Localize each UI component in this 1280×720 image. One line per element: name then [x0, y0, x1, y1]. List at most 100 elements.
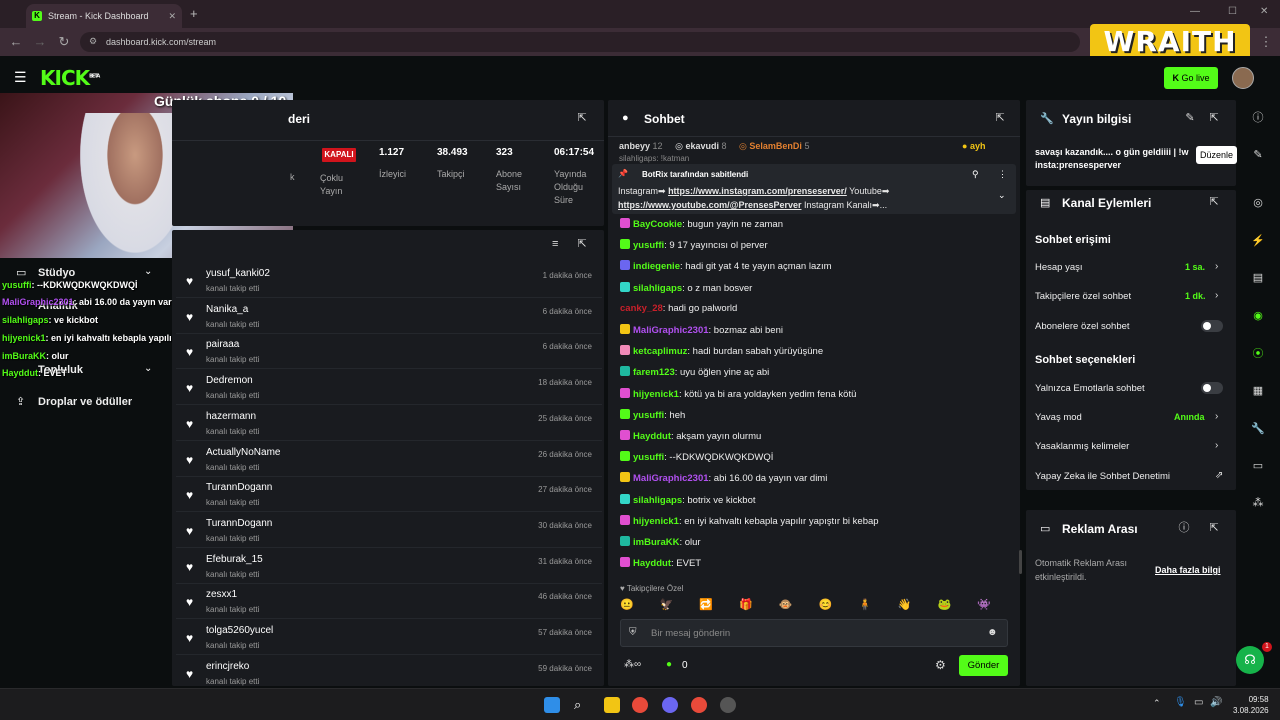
sidebar-item-drops[interactable]: Droplar ve ödüller [38, 396, 132, 408]
ai-moderation-label[interactable]: Yapay Zeka ile Sohbet Denetimi [1035, 471, 1170, 482]
emotes-only-toggle[interactable] [1201, 382, 1223, 394]
emoji-icon[interactable]: ☻ [987, 627, 998, 638]
send-button[interactable]: Gönder [959, 655, 1008, 676]
share-icon[interactable]: ⁂ [1249, 494, 1267, 512]
popout-icon[interactable]: ⇱ [576, 112, 588, 124]
follower-name[interactable]: TurannDogann [206, 518, 272, 529]
wrench-icon[interactable]: 🔧 [1249, 420, 1267, 438]
pinned-link[interactable]: https://www.instagram.com/prenseserver/ [668, 186, 847, 196]
monitor-icon[interactable]: ▭ [1194, 697, 1203, 708]
info-icon[interactable]: ⓘ [1249, 109, 1267, 127]
account-age-label[interactable]: Hesap yaşı [1035, 262, 1083, 273]
hamburger-menu-icon[interactable]: ☰ [14, 69, 27, 86]
kick-logo[interactable]: KICKBETA [40, 66, 100, 90]
follower-name[interactable]: yusuf_kanki02 [206, 268, 270, 279]
chat-username[interactable]: yusuffi [633, 410, 664, 421]
infinity-points-icon[interactable]: ⁂∞ [624, 659, 641, 670]
minimize-icon[interactable]: — [1190, 6, 1200, 17]
follower-name[interactable]: hazermann [206, 411, 256, 422]
discord-icon[interactable] [662, 697, 678, 713]
chat-username[interactable]: imBuraKK [633, 537, 679, 548]
chevron-right-icon[interactable]: › [1215, 411, 1218, 422]
support-headset-icon[interactable]: ☊ [1236, 646, 1264, 674]
chrome-icon[interactable] [691, 697, 707, 713]
forward-icon[interactable]: → [32, 34, 48, 50]
document-icon[interactable]: ▤ [1249, 269, 1267, 287]
window-icon[interactable]: ▭ [1249, 457, 1267, 475]
site-info-icon[interactable]: ⚙ [89, 36, 97, 47]
subs-only-toggle[interactable] [1201, 320, 1223, 332]
chat-username[interactable]: yusuffi [633, 452, 664, 463]
list-icon[interactable]: ▦ [1249, 382, 1267, 400]
go-live-button[interactable]: K Go live [1164, 67, 1218, 89]
back-icon[interactable]: ← [8, 34, 24, 50]
emote-bar[interactable]: 😐🦅🔁🎁🐵😊🧍👋🐸👾 [620, 598, 1010, 614]
edit-pencil-icon[interactable]: ✎ [1249, 146, 1267, 164]
account-age-value[interactable]: 1 sa. [1185, 262, 1205, 272]
pinned-link[interactable]: https://www.youtube.com/@PrensesPerver [618, 200, 802, 210]
popout-icon[interactable]: ⇱ [1208, 112, 1220, 124]
followers-only-chat-label[interactable]: Takipçilere özel sohbet [1035, 291, 1131, 302]
maximize-icon[interactable]: ☐ [1228, 6, 1237, 17]
sidebar-item-studio[interactable]: Stüdyo [38, 267, 75, 279]
filter-icon[interactable]: ≡ [552, 238, 558, 250]
edit-pencil-icon[interactable]: ✎ [1184, 112, 1196, 124]
settings-gear-icon[interactable]: ⚙ [935, 658, 946, 672]
clock[interactable]: 09:58 3.08.2026 [1233, 694, 1269, 716]
follower-name[interactable]: Dedremon [206, 375, 253, 386]
chat-username[interactable]: farem123 [633, 367, 675, 378]
follower-name[interactable]: tolga5260yucel [206, 625, 273, 636]
chat-username[interactable]: canky_28 [620, 303, 663, 314]
follower-name[interactable]: ActuallyNoName [206, 447, 280, 458]
chat-username[interactable]: ketcaplimuz [633, 346, 687, 357]
chevron-down-icon[interactable]: ⌄ [144, 266, 152, 277]
chat-username[interactable]: MaliGraphic2301 [633, 325, 709, 336]
popout-icon[interactable]: ⇱ [576, 238, 588, 250]
follower-name[interactable]: erincjreko [206, 661, 249, 672]
banned-words-label[interactable]: Yasaklanmış kelimeler [1035, 441, 1129, 452]
start-icon[interactable] [544, 697, 560, 713]
chat-bubble-icon[interactable]: ◉ [1249, 307, 1267, 325]
new-tab-icon[interactable]: + [190, 6, 198, 21]
chat-username[interactable]: indiegenie [633, 261, 680, 272]
chevron-right-icon[interactable]: › [1215, 261, 1218, 272]
lightning-icon[interactable]: ⚡ [1249, 232, 1267, 250]
address-bar[interactable]: ⚙ dashboard.kick.com/stream [80, 32, 1080, 52]
chat-username[interactable]: Hayddut [633, 558, 671, 569]
browser-menu-icon[interactable]: ⋮ [1258, 34, 1274, 50]
follower-name[interactable]: zesxx1 [206, 589, 237, 600]
chevron-down-icon[interactable]: ⌄ [998, 190, 1006, 201]
chat-username[interactable]: MaliGraphic2301 [633, 473, 709, 484]
user-avatar[interactable] [1232, 67, 1254, 89]
chat-username[interactable]: BayCookie [633, 219, 682, 230]
popout-icon[interactable]: ⇱ [1208, 522, 1220, 534]
chat-username[interactable]: silahligaps [633, 283, 682, 294]
follower-name[interactable]: Nanika_a [206, 304, 248, 315]
chat-username[interactable]: silahligaps [633, 495, 682, 506]
chat-username[interactable]: hijyenick1 [633, 389, 679, 400]
follower-name[interactable]: Efeburak_15 [206, 554, 263, 565]
chat-username[interactable]: yusuffi [633, 240, 664, 251]
mic-icon[interactable]: 🎙 [1174, 697, 1187, 708]
obs-icon[interactable] [720, 697, 736, 713]
file-explorer-icon[interactable] [604, 697, 620, 713]
volume-icon[interactable]: 🔊 [1210, 697, 1222, 708]
search-icon[interactable]: ⌕ [574, 697, 590, 713]
popout-icon[interactable]: ⇱ [994, 112, 1006, 124]
chat-scrollbar[interactable] [1019, 550, 1022, 574]
close-tab-icon[interactable]: ✕ [168, 11, 176, 22]
chevron-down-icon[interactable]: ⌄ [144, 363, 152, 374]
browser-tab[interactable]: K Stream - Kick Dashboard ✕ [26, 4, 182, 28]
more-info-link[interactable]: Daha fazla bilgi [1155, 565, 1221, 575]
chat-input[interactable]: ⛨ Bir mesaj gönderin ☻ [620, 619, 1008, 647]
reload-icon[interactable]: ↻ [56, 34, 72, 50]
followers-only-chat-value[interactable]: 1 dk. [1185, 291, 1206, 301]
external-link-icon[interactable]: ⇗ [1215, 470, 1223, 481]
follower-name[interactable]: TurannDogann [206, 482, 272, 493]
chevron-right-icon[interactable]: › [1215, 290, 1218, 301]
close-window-icon[interactable]: ✕ [1260, 6, 1268, 17]
chevron-right-icon[interactable]: › [1215, 440, 1218, 451]
info-icon[interactable]: ⓘ [1178, 522, 1190, 534]
slow-mode-value[interactable]: Anında [1174, 412, 1205, 422]
chat-username[interactable]: hijyenick1 [633, 516, 679, 527]
